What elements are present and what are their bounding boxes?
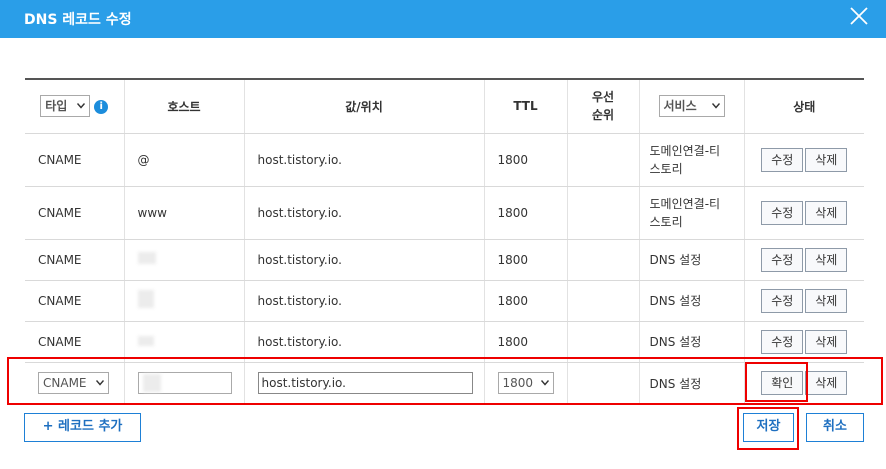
ttl-header: TTL (484, 79, 568, 134)
delete-button[interactable]: 삭제 (805, 288, 848, 313)
record-actions: 수정 삭제 (744, 239, 864, 281)
info-icon[interactable]: i (94, 99, 109, 114)
record-type: CNAME (25, 321, 125, 363)
record-ttl: 1800 (484, 239, 568, 281)
record-service: 도메인연결-티 스토리 (639, 133, 745, 187)
record-priority (567, 280, 640, 322)
dns-record-table: 타입 i 호스트 값/위치 TTL 우선 순위 서비스 상태 CNAME @ h… (25, 78, 864, 405)
add-record-button[interactable]: + 레코드 추가 (24, 413, 141, 442)
chevron-down-icon (77, 103, 86, 109)
record-priority (567, 186, 640, 240)
service-header: 서비스 (639, 79, 745, 134)
record-type: CNAME (25, 239, 125, 281)
chevron-down-icon (711, 103, 720, 109)
record-actions: 수정 삭제 (744, 321, 864, 363)
record-priority (567, 133, 640, 187)
highlight-save-button (737, 407, 799, 450)
record-actions: 수정 삭제 (744, 280, 864, 322)
type-filter-value: 타입 (45, 99, 68, 114)
record-service: 도메인연결-티 스토리 (639, 186, 745, 240)
record-value: host.tistory.io. (244, 321, 485, 363)
record-host (124, 280, 245, 322)
record-value: host.tistory.io. (244, 280, 485, 322)
table-row: CNAME www host.tistory.io. 1800 도메인연결-티 … (25, 186, 864, 240)
service-filter-value: 서비스 (663, 99, 697, 114)
service-filter-select[interactable]: 서비스 (658, 95, 725, 118)
record-host (124, 321, 245, 363)
record-value: host.tistory.io. (244, 186, 485, 240)
record-service: DNS 설정 (639, 321, 745, 363)
record-service: DNS 설정 (639, 239, 745, 281)
status-header: 상태 (744, 79, 864, 134)
record-priority (567, 239, 640, 281)
record-value: host.tistory.io. (244, 133, 485, 187)
record-actions: 수정 삭제 (744, 133, 864, 187)
edit-button[interactable]: 수정 (761, 200, 804, 225)
record-ttl: 1800 (484, 133, 568, 187)
redacted-host (137, 252, 156, 264)
record-value: host.tistory.io. (244, 239, 485, 281)
record-ttl: 1800 (484, 280, 568, 322)
delete-button[interactable]: 삭제 (805, 329, 848, 354)
cancel-button[interactable]: 취소 (806, 413, 864, 442)
priority-header: 우선 순위 (567, 79, 640, 134)
record-service: DNS 설정 (639, 280, 745, 322)
table-row: CNAME @ host.tistory.io. 1800 도메인연결-티 스토… (25, 133, 864, 187)
record-host (124, 239, 245, 281)
redacted-host (137, 290, 154, 308)
table-row: CNAME host.tistory.io. 1800 DNS 설정 수정 삭제 (25, 239, 864, 281)
record-type: CNAME (25, 133, 125, 187)
dialog-titlebar: DNS 레코드 수정 (0, 0, 886, 38)
table-row: CNAME host.tistory.io. 1800 DNS 설정 수정 삭제 (25, 321, 864, 363)
edit-button[interactable]: 수정 (761, 329, 804, 354)
record-ttl: 1800 (484, 186, 568, 240)
edit-button[interactable]: 수정 (761, 247, 804, 272)
delete-button[interactable]: 삭제 (805, 247, 848, 272)
table-header-row: 타입 i 호스트 값/위치 TTL 우선 순위 서비스 상태 (25, 79, 864, 134)
delete-button[interactable]: 삭제 (805, 147, 848, 172)
record-actions: 수정 삭제 (744, 186, 864, 240)
record-host: @ (124, 133, 245, 187)
dialog-title: DNS 레코드 수정 (24, 12, 132, 28)
highlight-confirm-button (745, 362, 808, 402)
edit-button[interactable]: 수정 (761, 147, 804, 172)
record-type: CNAME (25, 280, 125, 322)
record-type: CNAME (25, 186, 125, 240)
edit-button[interactable]: 수정 (761, 288, 804, 313)
delete-button[interactable]: 삭제 (805, 200, 848, 225)
type-filter-select[interactable]: 타입 (40, 95, 91, 118)
host-header: 호스트 (124, 79, 245, 134)
record-ttl: 1800 (484, 321, 568, 363)
table-row: CNAME host.tistory.io. 1800 DNS 설정 수정 삭제 (25, 280, 864, 322)
type-header: 타입 i (25, 79, 125, 134)
record-priority (567, 321, 640, 363)
redacted-host (137, 335, 154, 346)
value-header: 값/위치 (244, 79, 485, 134)
record-host: www (124, 186, 245, 240)
close-icon[interactable] (848, 5, 870, 27)
